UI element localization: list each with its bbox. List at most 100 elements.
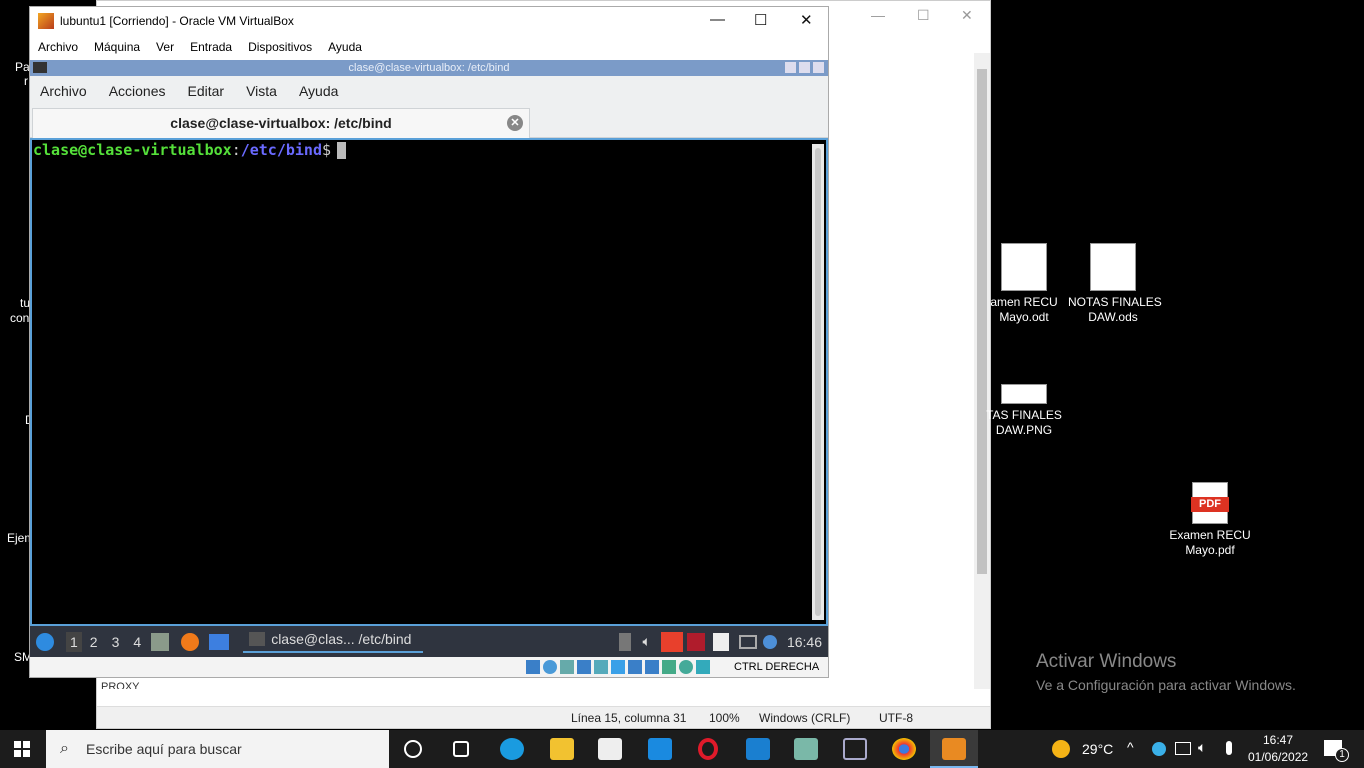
weather-icon[interactable] [1052, 740, 1070, 758]
terminal-scrollbar[interactable] [812, 144, 824, 620]
line-ending: Windows (CRLF) [759, 711, 851, 725]
prompt-separator: : [231, 141, 241, 159]
menu-dispositivos[interactable]: Dispositivos [248, 40, 312, 54]
terminal-window-title: clase@clase-virtualbox: /etc/bind [348, 62, 510, 74]
microphone-icon[interactable] [1226, 741, 1232, 755]
maximize-button[interactable]: ☐ [754, 11, 767, 29]
mail-icon[interactable] [648, 738, 672, 760]
status-bar: Línea 15, columna 31 100% Windows (CRLF)… [97, 706, 990, 728]
workspace-1[interactable]: 1 [66, 631, 82, 652]
close-button[interactable]: ✕ [961, 7, 973, 24]
virtualbox-status-bar: CTRL DERECHA [30, 657, 828, 677]
menu-vista[interactable]: Vista [246, 83, 277, 99]
vscode-icon[interactable] [746, 738, 770, 760]
vm-screen[interactable]: clase@clase-virtualbox: /etc/bind Archiv… [30, 60, 828, 657]
menu-archivo[interactable]: Archivo [38, 40, 78, 54]
maximize-icon[interactable] [799, 62, 810, 73]
title-bar: lubuntu1 [Corriendo] - Oracle VM Virtual… [30, 7, 828, 35]
notification-count: 1 [1335, 748, 1349, 762]
menu-archivo[interactable]: Archivo [40, 83, 87, 99]
taskbar-terminal-task[interactable]: clase@clas... /etc/bind [243, 631, 424, 653]
desktop-label-fragment: con [10, 311, 30, 325]
workspace-2[interactable]: 2 [90, 634, 98, 650]
device-icons[interactable] [526, 660, 710, 674]
document-icon [1001, 243, 1047, 291]
weather-temp[interactable]: 29°C [1082, 741, 1113, 757]
volume-icon[interactable]: 🔈︎ [1198, 739, 1206, 756]
desktop-icon-png[interactable]: TAS FINALES DAW.PNG [984, 384, 1064, 438]
search-box[interactable]: ⌕ Escribe aquí para buscar [46, 730, 389, 768]
close-tab-icon[interactable]: ✕ [507, 115, 523, 131]
desktop-icon[interactable] [209, 633, 230, 650]
encoding: UTF-8 [879, 711, 913, 725]
prompt-symbol: $ [322, 141, 332, 159]
app-icon[interactable] [794, 738, 818, 760]
desktop-label-fragment: r [24, 74, 28, 88]
menu-editar[interactable]: Editar [188, 83, 225, 99]
close-icon[interactable] [813, 62, 824, 73]
menu-ayuda[interactable]: Ayuda [328, 40, 362, 54]
firefox-icon[interactable] [181, 632, 200, 651]
store-icon[interactable] [598, 738, 622, 760]
minimize-icon[interactable] [785, 62, 796, 73]
clipboard-icon[interactable] [712, 632, 729, 651]
volume-icon[interactable]: 🔈︎ [643, 633, 651, 650]
desktop-icon-pdf[interactable]: PDF Examen RECU Mayo.pdf [1168, 482, 1252, 558]
virtualbox-vm-icon [942, 738, 966, 760]
minimize-button[interactable]: — [871, 7, 885, 23]
terminal-icon [33, 62, 47, 73]
prompt-path: /etc/bind [240, 141, 322, 159]
active-vm-task[interactable] [930, 730, 978, 768]
tray-app-icon[interactable] [1152, 742, 1166, 756]
terminal-tab[interactable]: clase@clase-virtualbox: /etc/bind ✕ [32, 108, 530, 138]
task-view-icon[interactable] [453, 741, 469, 757]
show-hidden-icons[interactable]: ^ [1127, 739, 1134, 755]
clock-date[interactable]: 01/06/2022 [1248, 750, 1308, 764]
icon-label: NOTAS FINALES DAW.ods [1068, 295, 1162, 324]
terminal-output[interactable]: clase@clase-virtualbox:/etc/bind$ [30, 138, 828, 626]
desktop-icon-odt[interactable]: amen RECU Mayo.odt [984, 243, 1064, 325]
vertical-scrollbar[interactable] [974, 53, 990, 689]
app-tray-icon[interactable] [686, 632, 705, 651]
workspace-3[interactable]: 3 [112, 634, 120, 650]
eject-icon[interactable] [618, 632, 631, 651]
menu-ayuda[interactable]: Ayuda [299, 83, 338, 99]
update-icon[interactable] [762, 634, 777, 649]
clock-time[interactable]: 16:47 [1263, 733, 1293, 747]
minimize-button[interactable]: — [710, 11, 725, 28]
network-icon[interactable] [738, 634, 757, 649]
opera-icon[interactable] [698, 738, 718, 760]
network-icon[interactable] [1175, 742, 1191, 755]
zoom-level: 100% [709, 711, 740, 725]
file-manager-icon[interactable] [151, 632, 170, 651]
chrome-icon[interactable] [892, 738, 916, 760]
edge-icon[interactable] [500, 738, 524, 760]
tab-bar: clase@clase-virtualbox: /etc/bind ✕ [30, 106, 828, 138]
start-menu-icon[interactable] [36, 632, 54, 651]
pdf-icon: PDF [1191, 482, 1229, 524]
virtualbox-taskbar-icon[interactable] [843, 738, 867, 760]
menu-acciones[interactable]: Acciones [109, 83, 166, 99]
maximize-button[interactable]: ☐ [917, 7, 930, 24]
start-button[interactable] [14, 741, 30, 757]
menu-maquina[interactable]: Máquina [94, 40, 140, 54]
cortana-icon[interactable] [404, 740, 422, 758]
terminal-menu-bar: Archivo Acciones Editar Vista Ayuda [30, 76, 828, 106]
cursor [337, 142, 347, 159]
file-explorer-icon[interactable] [550, 738, 574, 760]
host-key-label: CTRL DERECHA [734, 661, 820, 673]
menu-ver[interactable]: Ver [156, 40, 174, 54]
workspace-4[interactable]: 4 [133, 634, 141, 650]
window-title: lubuntu1 [Corriendo] - Oracle VM Virtual… [60, 14, 294, 28]
desktop-label-fragment: Pa [15, 60, 30, 74]
windows-taskbar: ⌕ Escribe aquí para buscar 29°C ^ 🔈︎ 16:4… [0, 730, 1364, 768]
desktop-icon-ods[interactable]: NOTAS FINALES DAW.ods [1068, 243, 1162, 325]
menu-entrada[interactable]: Entrada [190, 40, 232, 54]
lxqt-panel: 1 2 3 4 clase@clas... /etc/bind 🔈︎ 16:46 [30, 626, 828, 657]
activation-subtitle: Ve a Configuración para activar Windows. [1036, 677, 1296, 693]
icon-label: amen RECU Mayo.odt [990, 295, 1058, 324]
editor-text[interactable]: PROXY [101, 681, 140, 689]
close-button[interactable]: ✕ [800, 11, 813, 29]
panel-clock[interactable]: 16:46 [787, 634, 822, 650]
anydesk-icon[interactable] [660, 631, 683, 652]
